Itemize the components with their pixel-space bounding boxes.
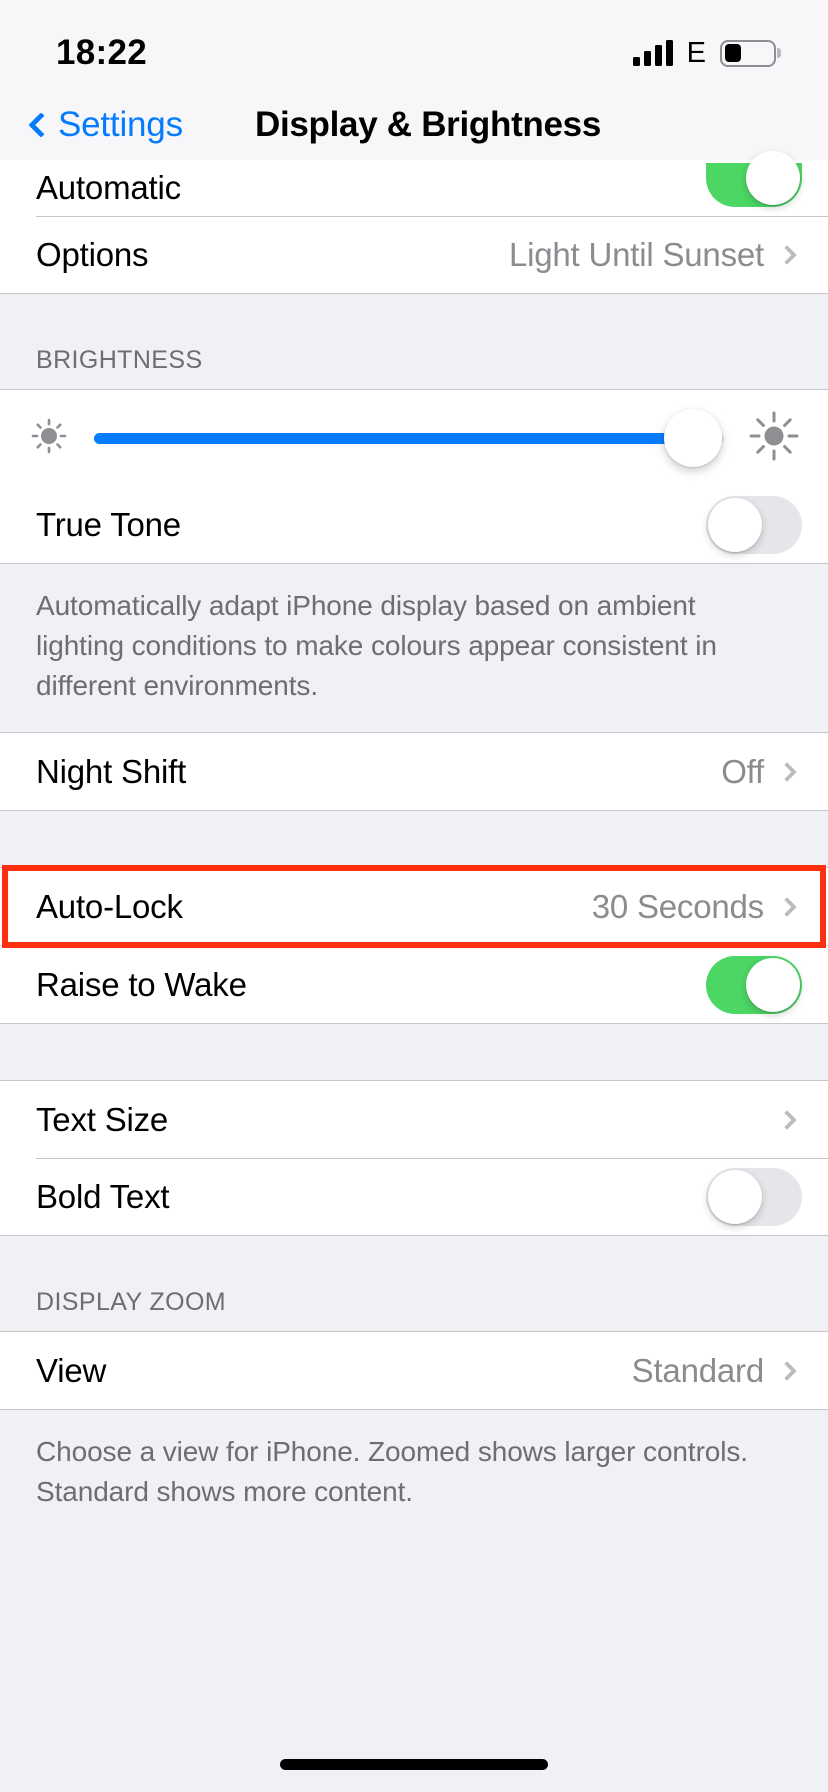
row-text-size-label: Text Size: [36, 1100, 169, 1138]
display-zoom-group: View Standard: [0, 1331, 828, 1410]
group-spacer: [0, 1024, 828, 1080]
row-auto-lock[interactable]: Auto-Lock 30 Seconds: [0, 868, 828, 945]
chevron-right-icon: [777, 1360, 797, 1381]
brightness-slider-row[interactable]: [0, 390, 828, 486]
battery-icon: [720, 39, 776, 67]
group-spacer: [0, 811, 828, 867]
display-zoom-section-header: DISPLAY ZOOM: [0, 1236, 828, 1331]
row-automatic[interactable]: Automatic: [0, 151, 828, 216]
chevron-right-icon: [777, 244, 797, 265]
settings-list[interactable]: Automatic Options Light Until Sunset BRI…: [0, 151, 828, 1792]
status-bar: 18:22 E: [0, 0, 828, 90]
appearance-group: Automatic Options Light Until Sunset: [0, 151, 828, 294]
display-zoom-footer: Choose a view for iPhone. Zoomed shows l…: [0, 1410, 828, 1538]
auto-lock-group: Auto-Lock 30 Seconds: [0, 865, 828, 948]
brightness-slider-fill: [94, 432, 693, 444]
brightness-slider-track: [94, 432, 724, 444]
row-text-size[interactable]: Text Size: [0, 1081, 828, 1158]
row-bold-text-label: Bold Text: [36, 1177, 170, 1215]
back-button-label: Settings: [58, 105, 183, 144]
true-tone-toggle[interactable]: [706, 495, 802, 554]
brightness-group: True Tone: [0, 389, 828, 564]
row-true-tone-label: True Tone: [36, 505, 181, 543]
row-raise-to-wake-label: Raise to Wake: [36, 965, 247, 1003]
row-automatic-label: Automatic: [36, 169, 181, 206]
brightness-slider[interactable]: [94, 409, 724, 467]
raise-to-wake-toggle[interactable]: [706, 955, 802, 1014]
text-group: Text Size Bold Text: [0, 1080, 828, 1236]
back-button[interactable]: Settings: [26, 105, 183, 145]
status-bar-clock: 18:22: [56, 33, 148, 72]
row-bold-text[interactable]: Bold Text: [0, 1158, 828, 1235]
row-options-value: Light Until Sunset: [508, 235, 764, 273]
row-view-value: Standard: [631, 1351, 765, 1389]
row-view-label: View: [36, 1351, 107, 1389]
brightness-section-header: BRIGHTNESS: [0, 294, 828, 389]
row-true-tone[interactable]: True Tone: [0, 486, 828, 563]
automatic-toggle[interactable]: [706, 151, 802, 207]
navigation-bar: Settings Display & Brightness: [0, 90, 828, 160]
raise-to-wake-group: Raise to Wake: [0, 946, 828, 1024]
home-indicator[interactable]: [280, 1759, 548, 1770]
row-night-shift-value: Off: [721, 752, 764, 790]
row-raise-to-wake[interactable]: Raise to Wake: [0, 946, 828, 1023]
sun-small-icon: [26, 413, 72, 464]
row-options-label: Options: [36, 235, 149, 273]
status-bar-indicators: E: [632, 36, 776, 69]
night-shift-group: Night Shift Off: [0, 732, 828, 811]
row-view[interactable]: View Standard: [0, 1332, 828, 1409]
true-tone-footer: Automatically adapt iPhone display based…: [0, 564, 828, 732]
bold-text-toggle[interactable]: [706, 1167, 802, 1226]
row-auto-lock-value: 30 Seconds: [591, 887, 765, 925]
cellular-signal-icon: [632, 40, 673, 66]
chevron-right-icon: [777, 896, 797, 917]
network-type-label: E: [686, 36, 706, 69]
brightness-slider-thumb[interactable]: [663, 409, 722, 467]
row-night-shift-label: Night Shift: [36, 752, 187, 790]
chevron-left-icon: [28, 112, 54, 138]
chevron-right-icon: [777, 1109, 797, 1130]
row-night-shift[interactable]: Night Shift Off: [0, 733, 828, 810]
iphone-screen: 18:22 E Settings Display & Brightness Au…: [0, 0, 828, 1792]
row-auto-lock-label: Auto-Lock: [36, 887, 183, 925]
row-options[interactable]: Options Light Until Sunset: [0, 216, 828, 293]
chevron-right-icon: [777, 761, 797, 782]
sun-large-icon: [746, 408, 802, 469]
